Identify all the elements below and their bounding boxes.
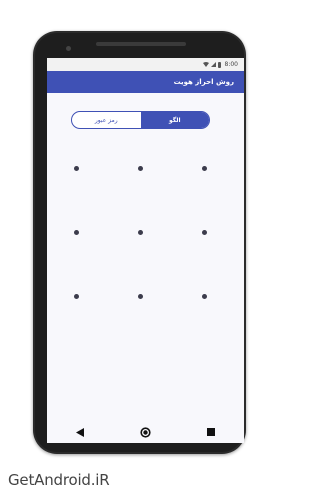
earpiece-speaker xyxy=(96,42,186,46)
tab-pattern-label: الگو xyxy=(168,116,181,124)
recents-button[interactable] xyxy=(204,425,218,439)
signal-icon xyxy=(210,62,216,67)
pattern-dot-9[interactable] xyxy=(202,294,207,299)
tab-password[interactable]: رمز عبور xyxy=(72,112,141,128)
recents-square-icon xyxy=(207,428,216,436)
system-navigation-bar xyxy=(47,421,244,443)
pattern-dot-8[interactable] xyxy=(138,294,143,299)
app-bar: روش احراز هویت xyxy=(47,71,244,93)
pattern-dot-5[interactable] xyxy=(138,230,143,235)
tab-password-label: رمز عبور xyxy=(94,116,118,124)
battery-icon xyxy=(217,61,221,68)
home-button[interactable] xyxy=(138,425,152,439)
pattern-dot-7[interactable] xyxy=(74,294,79,299)
wifi-icon xyxy=(202,62,209,67)
home-circle-icon xyxy=(140,426,151,438)
status-icons xyxy=(202,61,221,68)
pattern-dot-1[interactable] xyxy=(74,166,79,171)
pattern-dot-3[interactable] xyxy=(202,166,207,171)
status-bar: 8:00 xyxy=(47,58,244,71)
watermark: GetAndroid.iR xyxy=(8,471,110,489)
pattern-dot-2[interactable] xyxy=(138,166,143,171)
status-time: 8:00 xyxy=(224,61,238,68)
pattern-dot-4[interactable] xyxy=(74,230,79,235)
phone-screen: 8:00 روش احراز هویت رمز عبور الگو xyxy=(47,58,244,443)
page-title: روش احراز هویت xyxy=(173,78,234,86)
pattern-dot-6[interactable] xyxy=(202,230,207,235)
front-camera-icon xyxy=(66,46,71,51)
back-triangle-icon xyxy=(75,427,84,437)
screenshot-stage: 8:00 روش احراز هویت رمز عبور الگو GetAnd… xyxy=(0,0,281,500)
tab-pattern[interactable]: الگو xyxy=(140,112,209,128)
auth-method-toggle: رمز عبور الگو xyxy=(71,111,210,129)
back-button[interactable] xyxy=(73,425,87,439)
